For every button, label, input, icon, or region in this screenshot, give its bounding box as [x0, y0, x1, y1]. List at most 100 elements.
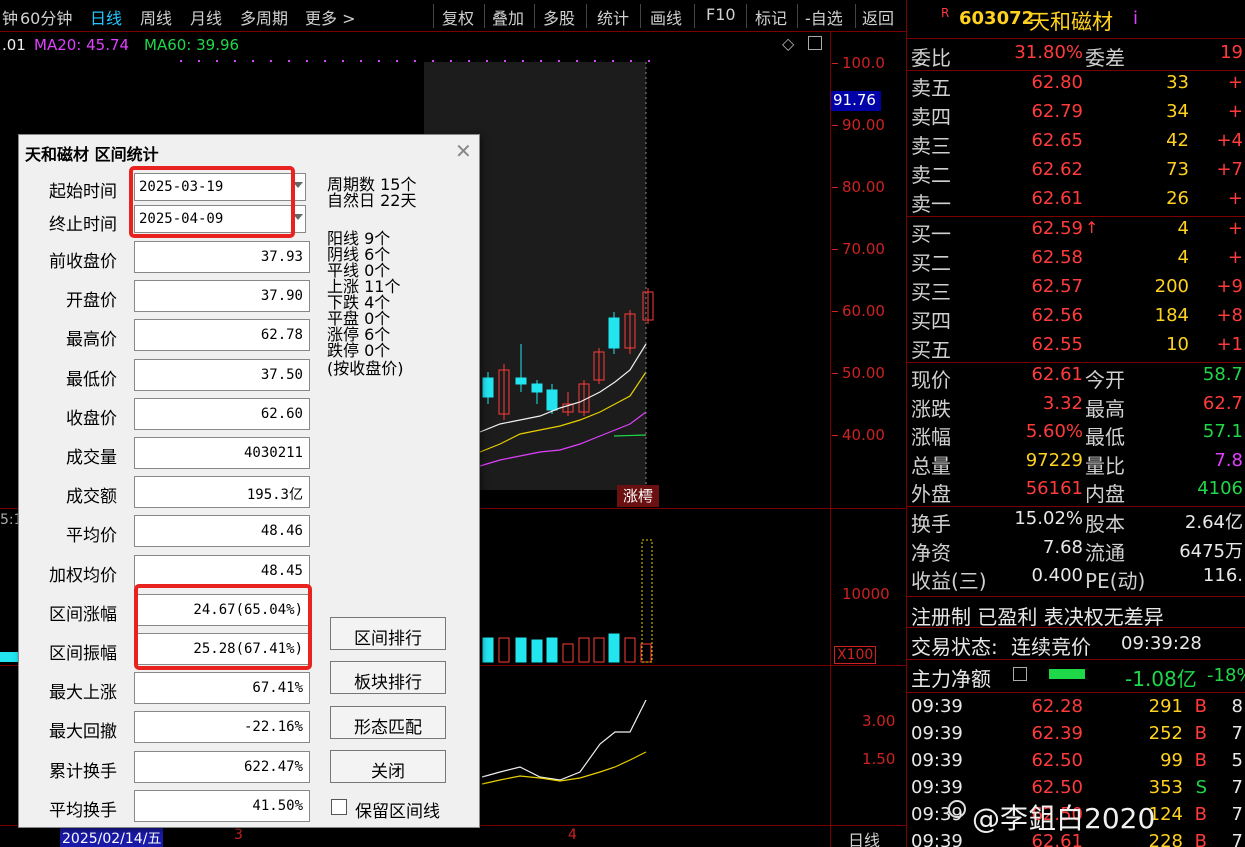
stat-value: 56161: [1025, 478, 1083, 499]
bid-row[interactable]: 买二 62.58 4 +: [907, 247, 1245, 275]
stat-label: PE(动): [1085, 569, 1146, 593]
stock-tags: 注册制 已盈利 表决权无差异: [911, 605, 1164, 629]
field-value: 37.90: [134, 280, 310, 313]
close-icon[interactable]: ✕: [455, 139, 472, 163]
info-icon[interactable]: i: [1133, 8, 1138, 29]
toolbar-separator: [855, 4, 856, 28]
level-change: +9: [1216, 276, 1243, 297]
toolbar-separator: [797, 4, 798, 28]
field-label: 最低价: [66, 369, 117, 390]
close-button[interactable]: 关闭: [330, 750, 446, 783]
tab-weekly[interactable]: 周线: [140, 5, 172, 29]
stat-label: 涨跌: [911, 396, 951, 421]
bid-row[interactable]: 买四 62.56 184 +8: [907, 305, 1245, 333]
limit-marker-dot: [576, 60, 578, 62]
interval-rank-button[interactable]: 区间排行: [330, 617, 446, 650]
level-change: +: [1227, 101, 1243, 122]
main-flow-value: -1.08亿: [1125, 667, 1197, 691]
stat-label: 换手: [911, 512, 951, 536]
stat-label: 流通: [1085, 540, 1125, 565]
tick-side: B: [1194, 723, 1207, 744]
volume-bar: [0, 652, 18, 662]
remove-watchlist-button[interactable]: -自选: [805, 5, 843, 29]
stat-value: 15.02%: [1014, 508, 1083, 529]
list-icon[interactable]: [1013, 667, 1027, 681]
sector-rank-button[interactable]: 板块排行: [330, 661, 446, 694]
statistics-button[interactable]: 统计: [597, 5, 629, 29]
tab-more[interactable]: 更多 >: [305, 5, 356, 29]
overlay-button[interactable]: 叠加: [492, 5, 524, 29]
tab-multi-period[interactable]: 多周期: [240, 5, 288, 29]
tick-count: 8: [1231, 696, 1243, 717]
field-label: 最高价: [66, 330, 117, 351]
level-price: 62.56: [1031, 305, 1083, 326]
ask-row[interactable]: 卖三 62.65 42 +4: [907, 130, 1245, 158]
stat-label: 收益(三): [911, 569, 987, 593]
tick-count: 7: [1231, 777, 1243, 798]
stat-value: 7.68: [1042, 536, 1083, 558]
volume-bar: [578, 637, 590, 663]
mark-button[interactable]: 标记: [755, 5, 787, 29]
limit-marker-dot: [198, 60, 200, 62]
tab-daily[interactable]: 日线: [90, 5, 122, 29]
ask-row[interactable]: 卖四 62.79 34 +: [907, 101, 1245, 129]
ask-row[interactable]: 卖二 62.62 73 +7: [907, 159, 1245, 187]
field-label: 平均换手: [49, 800, 117, 821]
candle-body: [546, 389, 558, 411]
pattern-match-button[interactable]: 形态匹配: [330, 706, 446, 739]
limit-marker-dot: [360, 60, 362, 62]
tick-price: 62.28: [1031, 696, 1083, 717]
stat-value: 62.7: [1202, 392, 1243, 414]
stat-label: 净资: [911, 540, 951, 565]
field-value: 37.50: [134, 358, 310, 391]
stock-name: 天和磁材: [1029, 10, 1113, 34]
back-button[interactable]: 返回: [862, 5, 894, 29]
limit-marker-dot: [234, 60, 236, 62]
bid-row[interactable]: 买三 62.57 200 +9: [907, 276, 1245, 304]
limit-marker-dot: [468, 60, 470, 62]
multi-stock-button[interactable]: 多股: [543, 5, 575, 29]
fuquan-button[interactable]: 复权: [442, 5, 474, 29]
limit-marker-dot: [378, 60, 380, 62]
stat-value: 62.61: [1031, 364, 1083, 385]
stat-value: 58.7: [1202, 364, 1243, 385]
weibo-logo-icon: [948, 800, 966, 818]
limit-marker-dot: [180, 60, 182, 62]
tab-monthly[interactable]: 月线: [190, 5, 222, 29]
keep-line-label: 保留区间线: [355, 802, 440, 822]
candle-body: [515, 377, 527, 385]
draw-line-button[interactable]: 画线: [650, 5, 682, 29]
tab-minute[interactable]: 钟: [2, 5, 18, 29]
bid-row[interactable]: 买五 62.55 10 +1: [907, 334, 1245, 362]
tick-time: 09:39: [911, 831, 963, 847]
tick-row: 09:39 62.50 99 B 5: [907, 750, 1245, 778]
field-label: 加权均价: [49, 565, 117, 586]
field-value: 48.46: [134, 515, 310, 548]
tick-mark: [832, 249, 838, 250]
dialog-title: 天和磁材 区间统计: [25, 145, 159, 164]
level-price: 62.65: [1031, 130, 1083, 151]
keep-line-checkbox[interactable]: [331, 799, 347, 815]
stat-row: 净资 7.68 流通 6475万: [907, 537, 1245, 565]
field-label: 前收盘价: [49, 252, 117, 272]
stat-label: 股本: [1085, 512, 1125, 536]
level-label: 买三: [911, 280, 951, 304]
level-price: 62.57: [1031, 276, 1083, 297]
price-axis-label: 90.00: [842, 116, 885, 134]
f10-button[interactable]: F10: [706, 5, 736, 24]
limit-marker-dot: [558, 60, 560, 62]
tick-mark: [832, 373, 838, 374]
stat-value: 6475万: [1179, 540, 1243, 562]
ma20-line: [479, 411, 647, 467]
stat-text: (按收盘价): [327, 359, 404, 378]
highlight-interval-values: [134, 584, 312, 670]
field-label: 开盘价: [66, 291, 117, 312]
separator: [907, 659, 1245, 660]
trade-time: 09:39:28: [1121, 633, 1202, 654]
ask-row[interactable]: 卖一 62.61 26 +: [907, 188, 1245, 216]
indicator-line-white: [481, 699, 647, 781]
tab-60min[interactable]: 60分钟: [20, 5, 72, 29]
interval-stats-dialog: 天和磁材 区间统计 ✕ 起始时间 2025-03-19 终止时间 2025-04…: [18, 134, 480, 828]
bid-row[interactable]: 买一 62.59 ↑ 4 +: [907, 218, 1245, 246]
ask-row[interactable]: 卖五 62.80 33 +: [907, 72, 1245, 100]
